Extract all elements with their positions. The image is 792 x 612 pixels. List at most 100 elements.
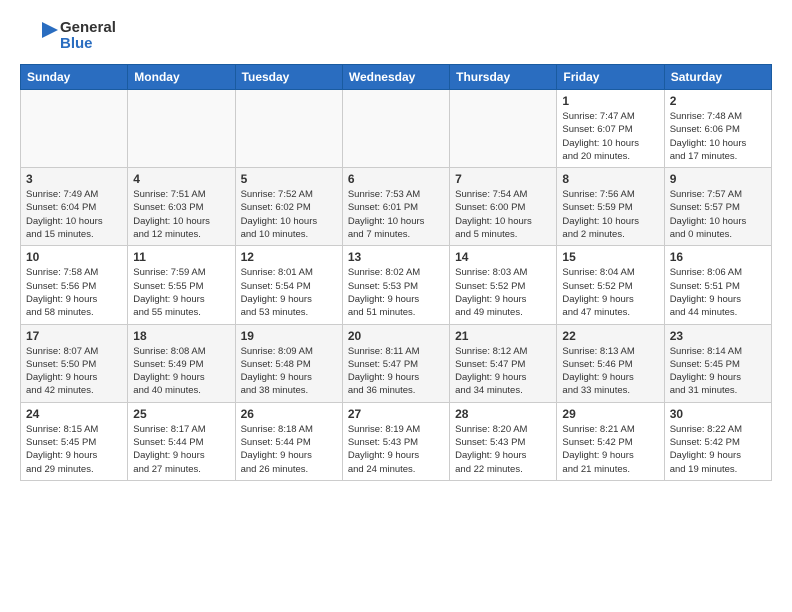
day-info: Sunrise: 7:53 AM Sunset: 6:01 PM Dayligh…	[348, 188, 444, 241]
calendar: SundayMondayTuesdayWednesdayThursdayFrid…	[20, 64, 772, 481]
day-info: Sunrise: 8:11 AM Sunset: 5:47 PM Dayligh…	[348, 345, 444, 398]
day-number: 23	[670, 329, 766, 343]
weekday-header-monday: Monday	[128, 65, 235, 90]
day-number: 22	[562, 329, 658, 343]
day-info: Sunrise: 8:08 AM Sunset: 5:49 PM Dayligh…	[133, 345, 229, 398]
logo: GeneralBlue	[20, 16, 116, 56]
logo-svg	[20, 16, 60, 56]
calendar-cell: 14 Sunrise: 8:03 AM Sunset: 5:52 PM Dayli…	[450, 246, 557, 324]
calendar-cell	[342, 90, 449, 168]
day-info: Sunrise: 8:09 AM Sunset: 5:48 PM Dayligh…	[241, 345, 337, 398]
day-info: Sunrise: 8:21 AM Sunset: 5:42 PM Dayligh…	[562, 423, 658, 476]
day-info: Sunrise: 8:15 AM Sunset: 5:45 PM Dayligh…	[26, 423, 122, 476]
calendar-cell: 4 Sunrise: 7:51 AM Sunset: 6:03 PM Daylig…	[128, 168, 235, 246]
day-info: Sunrise: 8:01 AM Sunset: 5:54 PM Dayligh…	[241, 266, 337, 319]
calendar-cell: 6 Sunrise: 7:53 AM Sunset: 6:01 PM Daylig…	[342, 168, 449, 246]
day-number: 5	[241, 172, 337, 186]
header: GeneralBlue	[20, 16, 772, 56]
day-number: 24	[26, 407, 122, 421]
day-number: 26	[241, 407, 337, 421]
calendar-cell: 9 Sunrise: 7:57 AM Sunset: 5:57 PM Daylig…	[664, 168, 771, 246]
calendar-cell: 24 Sunrise: 8:15 AM Sunset: 5:45 PM Dayli…	[21, 402, 128, 480]
calendar-cell: 10 Sunrise: 7:58 AM Sunset: 5:56 PM Dayli…	[21, 246, 128, 324]
calendar-cell	[450, 90, 557, 168]
day-info: Sunrise: 7:48 AM Sunset: 6:06 PM Dayligh…	[670, 110, 766, 163]
day-info: Sunrise: 8:12 AM Sunset: 5:47 PM Dayligh…	[455, 345, 551, 398]
day-info: Sunrise: 8:17 AM Sunset: 5:44 PM Dayligh…	[133, 423, 229, 476]
calendar-cell: 2 Sunrise: 7:48 AM Sunset: 6:06 PM Daylig…	[664, 90, 771, 168]
calendar-cell: 17 Sunrise: 8:07 AM Sunset: 5:50 PM Dayli…	[21, 324, 128, 402]
calendar-cell: 26 Sunrise: 8:18 AM Sunset: 5:44 PM Dayli…	[235, 402, 342, 480]
day-number: 14	[455, 250, 551, 264]
day-number: 16	[670, 250, 766, 264]
page: GeneralBlue SundayMondayTuesdayWednesday…	[0, 0, 792, 497]
day-number: 29	[562, 407, 658, 421]
day-info: Sunrise: 8:02 AM Sunset: 5:53 PM Dayligh…	[348, 266, 444, 319]
day-number: 3	[26, 172, 122, 186]
day-number: 30	[670, 407, 766, 421]
day-number: 19	[241, 329, 337, 343]
day-info: Sunrise: 7:52 AM Sunset: 6:02 PM Dayligh…	[241, 188, 337, 241]
calendar-cell: 1 Sunrise: 7:47 AM Sunset: 6:07 PM Daylig…	[557, 90, 664, 168]
day-number: 27	[348, 407, 444, 421]
calendar-cell: 30 Sunrise: 8:22 AM Sunset: 5:42 PM Dayli…	[664, 402, 771, 480]
day-number: 25	[133, 407, 229, 421]
weekday-header-saturday: Saturday	[664, 65, 771, 90]
day-number: 9	[670, 172, 766, 186]
calendar-cell	[128, 90, 235, 168]
calendar-cell: 5 Sunrise: 7:52 AM Sunset: 6:02 PM Daylig…	[235, 168, 342, 246]
day-number: 21	[455, 329, 551, 343]
calendar-cell: 3Sunrise: 7:49 AM Sunset: 6:04 PM Daylig…	[21, 168, 128, 246]
day-number: 10	[26, 250, 122, 264]
day-number: 13	[348, 250, 444, 264]
day-info: Sunrise: 7:58 AM Sunset: 5:56 PM Dayligh…	[26, 266, 122, 319]
day-info: Sunrise: 8:22 AM Sunset: 5:42 PM Dayligh…	[670, 423, 766, 476]
day-info: Sunrise: 8:20 AM Sunset: 5:43 PM Dayligh…	[455, 423, 551, 476]
day-info: Sunrise: 8:03 AM Sunset: 5:52 PM Dayligh…	[455, 266, 551, 319]
calendar-cell: 23Sunrise: 8:14 AM Sunset: 5:45 PM Dayli…	[664, 324, 771, 402]
day-number: 4	[133, 172, 229, 186]
calendar-cell	[21, 90, 128, 168]
day-number: 20	[348, 329, 444, 343]
calendar-cell: 11 Sunrise: 7:59 AM Sunset: 5:55 PM Dayli…	[128, 246, 235, 324]
day-number: 2	[670, 94, 766, 108]
day-info: Sunrise: 8:07 AM Sunset: 5:50 PM Dayligh…	[26, 345, 122, 398]
calendar-cell: 28 Sunrise: 8:20 AM Sunset: 5:43 PM Dayli…	[450, 402, 557, 480]
weekday-header-tuesday: Tuesday	[235, 65, 342, 90]
day-number: 7	[455, 172, 551, 186]
calendar-cell: 7 Sunrise: 7:54 AM Sunset: 6:00 PM Daylig…	[450, 168, 557, 246]
day-info: Sunrise: 8:19 AM Sunset: 5:43 PM Dayligh…	[348, 423, 444, 476]
calendar-cell: 8Sunrise: 7:56 AM Sunset: 5:59 PM Daylig…	[557, 168, 664, 246]
day-info: Sunrise: 7:51 AM Sunset: 6:03 PM Dayligh…	[133, 188, 229, 241]
weekday-header-sunday: Sunday	[21, 65, 128, 90]
day-info: Sunrise: 7:59 AM Sunset: 5:55 PM Dayligh…	[133, 266, 229, 319]
calendar-cell	[235, 90, 342, 168]
day-info: Sunrise: 8:18 AM Sunset: 5:44 PM Dayligh…	[241, 423, 337, 476]
day-number: 28	[455, 407, 551, 421]
calendar-cell: 19 Sunrise: 8:09 AM Sunset: 5:48 PM Dayli…	[235, 324, 342, 402]
weekday-header-friday: Friday	[557, 65, 664, 90]
day-info: Sunrise: 7:56 AM Sunset: 5:59 PM Dayligh…	[562, 188, 658, 241]
calendar-cell: 12Sunrise: 8:01 AM Sunset: 5:54 PM Dayli…	[235, 246, 342, 324]
weekday-header-wednesday: Wednesday	[342, 65, 449, 90]
logo-general-text: General	[60, 20, 116, 37]
day-number: 17	[26, 329, 122, 343]
calendar-cell: 29 Sunrise: 8:21 AM Sunset: 5:42 PM Dayli…	[557, 402, 664, 480]
day-number: 11	[133, 250, 229, 264]
calendar-cell: 16 Sunrise: 8:06 AM Sunset: 5:51 PM Dayli…	[664, 246, 771, 324]
calendar-cell: 22Sunrise: 8:13 AM Sunset: 5:46 PM Dayli…	[557, 324, 664, 402]
calendar-cell: 21 Sunrise: 8:12 AM Sunset: 5:47 PM Dayli…	[450, 324, 557, 402]
day-number: 15	[562, 250, 658, 264]
day-number: 6	[348, 172, 444, 186]
day-number: 1	[562, 94, 658, 108]
weekday-header-thursday: Thursday	[450, 65, 557, 90]
day-info: Sunrise: 8:06 AM Sunset: 5:51 PM Dayligh…	[670, 266, 766, 319]
calendar-cell: 15 Sunrise: 8:04 AM Sunset: 5:52 PM Dayli…	[557, 246, 664, 324]
day-info: Sunrise: 7:47 AM Sunset: 6:07 PM Dayligh…	[562, 110, 658, 163]
day-info: Sunrise: 7:54 AM Sunset: 6:00 PM Dayligh…	[455, 188, 551, 241]
calendar-cell: 25 Sunrise: 8:17 AM Sunset: 5:44 PM Dayli…	[128, 402, 235, 480]
day-info: Sunrise: 7:57 AM Sunset: 5:57 PM Dayligh…	[670, 188, 766, 241]
day-number: 18	[133, 329, 229, 343]
day-info: Sunrise: 8:04 AM Sunset: 5:52 PM Dayligh…	[562, 266, 658, 319]
logo-blue-text: Blue	[60, 36, 116, 53]
